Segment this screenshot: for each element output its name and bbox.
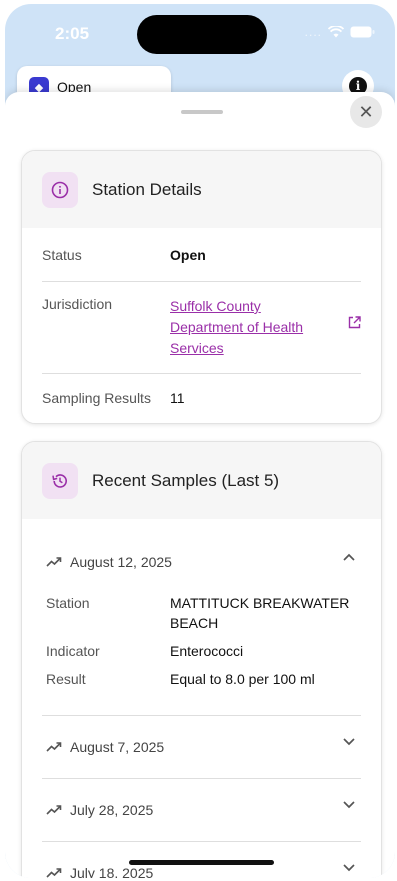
station-value: MATTITUCK BREAKWATER BEACH [170, 595, 350, 631]
sample-item-aug-12: August 12, 2025 Station MATTITUCK BREAKW… [42, 531, 361, 716]
detail-row-sampling-results: Sampling Results 11 [42, 374, 361, 422]
jurisdiction-link[interactable]: Suffolk County Department of Health Serv… [170, 296, 324, 359]
sample-item-aug-7[interactable]: August 7, 2025 [42, 716, 361, 779]
sample-toggle-aug-12[interactable]: August 12, 2025 [42, 531, 361, 593]
sheet-grabber[interactable] [181, 110, 223, 114]
external-link-icon[interactable] [348, 316, 361, 332]
sample-date: July 18, 2025 [70, 865, 154, 878]
recent-samples-title: Recent Samples (Last 5) [92, 470, 280, 490]
sample-details: Station MATTITUCK BREAKWATER BEACH Indic… [42, 593, 361, 715]
sample-toggle-jul-28[interactable]: July 28, 2025 [42, 779, 361, 841]
close-button[interactable]: ✕ [350, 96, 382, 128]
chevron-down-icon [343, 738, 355, 746]
info-circle-icon [42, 171, 78, 208]
jurisdiction-link-line-3: Services [170, 340, 224, 356]
status-time: 2:05 [55, 24, 90, 43]
sample-field-station: Station MATTITUCK BREAKWATER BEACH [46, 593, 357, 633]
chevron-down-icon [343, 864, 355, 872]
trending-icon [46, 556, 62, 568]
station-details-header: Station Details [22, 151, 381, 228]
dynamic-island [137, 15, 267, 54]
detail-row-status: Status Open [42, 228, 361, 282]
signal-icon: .... [304, 25, 322, 39]
station-details-card: Station Details Status Open Jurisdiction… [21, 150, 382, 424]
sampling-results-label: Sampling Results [42, 390, 151, 406]
sampling-results-value: 11 [170, 390, 185, 406]
jurisdiction-label: Jurisdiction [42, 296, 113, 312]
chevron-down-icon [343, 801, 355, 809]
jurisdiction-link-line-2: Department of Health [170, 319, 304, 335]
close-icon: ✕ [358, 101, 374, 122]
phone-screen: 2:05 .... ◆ Open i ✕ Station Details Sta… [5, 4, 395, 878]
sample-field-result: Result Equal to 8.0 per 100 ml [46, 669, 357, 689]
sample-date: August 12, 2025 [70, 554, 172, 570]
recent-samples-card: Recent Samples (Last 5) August 12, 2025 … [21, 441, 382, 878]
jurisdiction-link-line-1: Suffolk County [170, 298, 261, 314]
status-value: Open [170, 246, 206, 263]
sample-date: August 7, 2025 [70, 739, 165, 755]
trending-icon [46, 867, 62, 878]
status-bar: 2:05 .... [5, 4, 395, 64]
station-label: Station [46, 595, 90, 611]
history-icon [42, 462, 78, 499]
recent-samples-header: Recent Samples (Last 5) [22, 442, 381, 519]
result-value: Equal to 8.0 per 100 ml [170, 671, 315, 687]
sample-date: July 28, 2025 [70, 802, 154, 818]
result-label: Result [46, 671, 86, 687]
sample-field-indicator: Indicator Enterococci [46, 641, 357, 661]
indicator-label: Indicator [46, 643, 100, 659]
home-indicator[interactable] [129, 860, 274, 865]
status-icons: .... [305, 25, 375, 39]
detail-row-jurisdiction: Jurisdiction Suffolk County Department o… [42, 282, 361, 374]
wifi-icon [328, 26, 344, 38]
indicator-value: Enterococci [170, 643, 244, 659]
trending-icon [46, 804, 62, 816]
sample-toggle-aug-7[interactable]: August 7, 2025 [42, 716, 361, 778]
battery-icon [350, 26, 375, 38]
sample-item-jul-28[interactable]: July 28, 2025 [42, 779, 361, 842]
chevron-up-icon [343, 553, 355, 561]
station-details-title: Station Details [92, 179, 202, 199]
status-label: Status [42, 246, 82, 263]
trending-icon [46, 741, 62, 753]
